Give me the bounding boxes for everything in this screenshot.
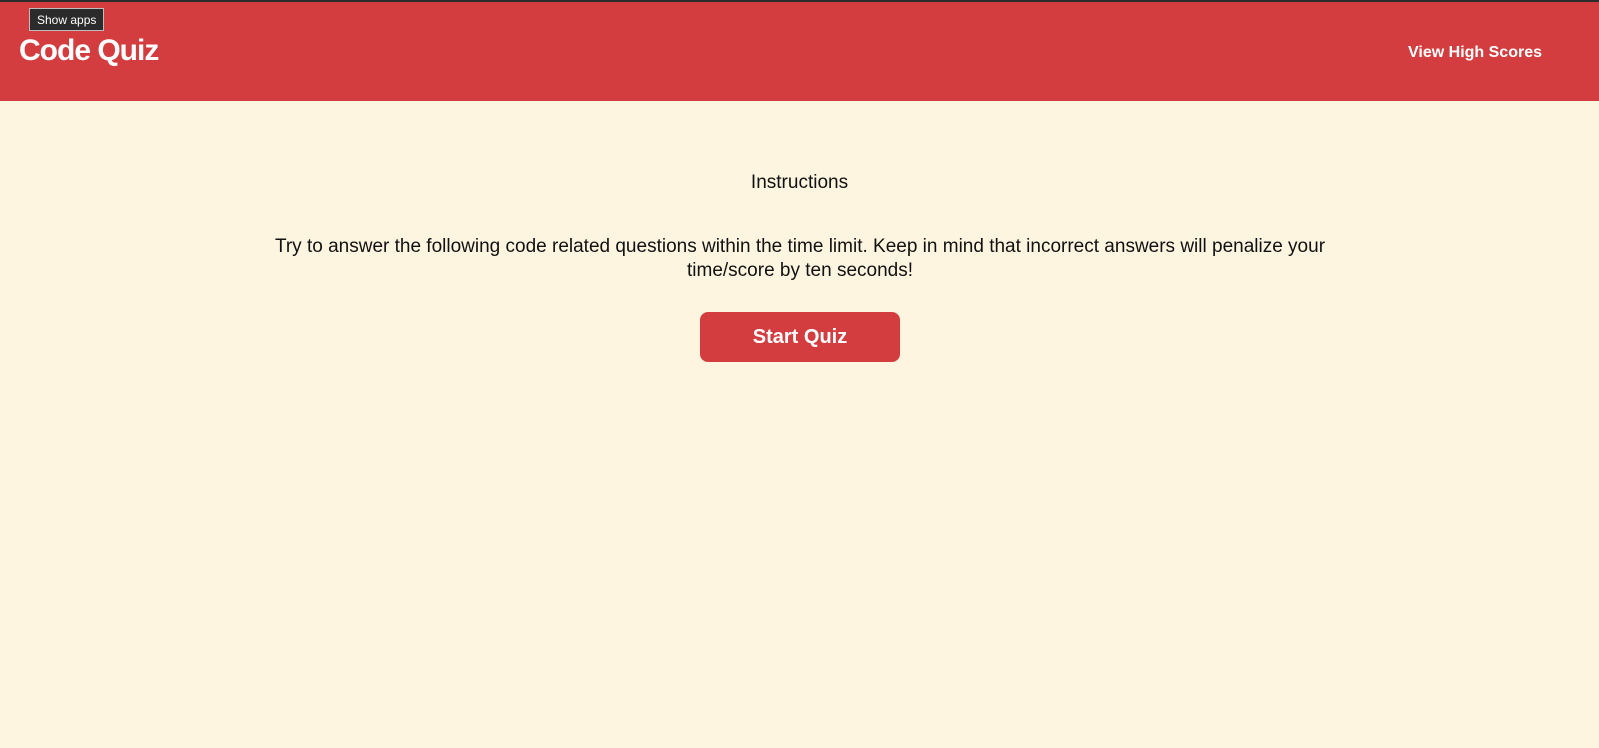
- view-high-scores-link[interactable]: View High Scores: [1408, 42, 1542, 64]
- show-apps-tooltip: Show apps: [29, 8, 105, 31]
- site-header: Code Quiz View High Scores: [0, 2, 1599, 101]
- instructions-heading: Instructions: [750, 172, 849, 193]
- instructions-text: Try to answer the following code related…: [274, 236, 1326, 281]
- start-quiz-button[interactable]: Start Quiz: [700, 312, 900, 362]
- site-title: Code Quiz: [19, 34, 159, 67]
